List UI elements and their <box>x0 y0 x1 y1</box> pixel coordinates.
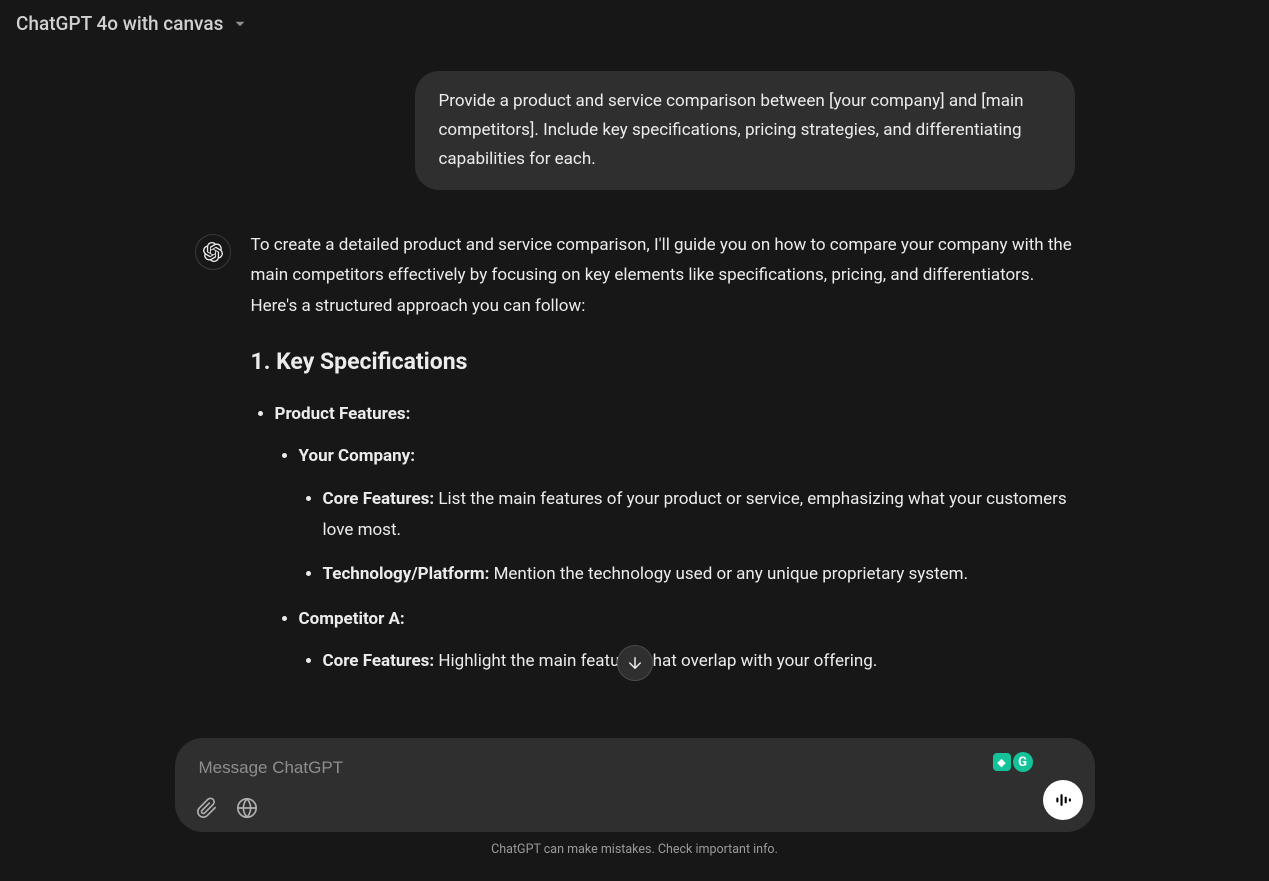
assistant-content: To create a detailed product and service… <box>251 230 1075 691</box>
voice-button[interactable] <box>1043 780 1083 820</box>
attach-button[interactable] <box>195 796 219 820</box>
user-message-bubble: Provide a product and service comparison… <box>415 71 1075 190</box>
assistant-message-row: To create a detailed product and service… <box>195 230 1075 691</box>
paperclip-icon <box>196 797 218 819</box>
grammarly-badge[interactable]: ◆ G <box>993 752 1033 772</box>
chat-container: Provide a product and service comparison… <box>155 47 1115 748</box>
list-item-label: Core Features: <box>323 651 435 671</box>
waveform-icon <box>1053 790 1073 810</box>
list-item-label: Your Company: <box>299 446 416 466</box>
list-item-label: Competitor A: <box>299 609 405 629</box>
list-item: Core Features: Highlight the main featur… <box>323 646 1075 677</box>
composer-toolbar <box>195 796 1075 820</box>
bullet-list: Product Features: Your Company: Core Fea… <box>251 399 1075 677</box>
web-button[interactable] <box>235 796 259 820</box>
list-item: Product Features: Your Company: Core Fea… <box>275 399 1075 677</box>
list-item-label: Product Features: <box>275 404 411 424</box>
assistant-avatar <box>195 234 231 270</box>
openai-logo-icon <box>203 242 223 262</box>
globe-icon <box>236 797 258 819</box>
list-item-text: Mention the technology used or any uniqu… <box>489 564 968 584</box>
list-item-label: Core Features: <box>323 489 435 509</box>
list-item: Core Features: List the main features of… <box>323 484 1075 545</box>
scroll-to-bottom-button[interactable] <box>617 645 653 681</box>
grammarly-logo-icon: G <box>1013 752 1033 772</box>
list-item-text: List the main features of your product o… <box>323 489 1067 540</box>
user-message-text: Provide a product and service comparison… <box>439 91 1024 169</box>
model-selector[interactable]: ChatGPT 4o with canvas <box>16 12 249 35</box>
list-item: Competitor A: Core Features: Highlight t… <box>299 604 1075 677</box>
section-heading: 1. Key Specifications <box>251 341 1075 382</box>
model-label: ChatGPT 4o with canvas <box>16 12 223 35</box>
message-input[interactable] <box>195 754 1075 782</box>
header: ChatGPT 4o with canvas <box>0 0 1269 47</box>
composer-area: ◆ G ChatGPT can make mistakes. Check imp… <box>175 738 1095 857</box>
grammarly-pin-icon: ◆ <box>993 753 1011 771</box>
composer: ◆ G <box>175 738 1095 832</box>
list-item-label: Technology/Platform: <box>323 564 490 584</box>
assistant-intro-text: To create a detailed product and service… <box>251 230 1075 322</box>
list-item-text: Highlight the main features that overlap… <box>434 651 877 671</box>
chevron-down-icon <box>231 15 249 33</box>
disclaimer-text: ChatGPT can make mistakes. Check importa… <box>175 842 1095 857</box>
list-item: Technology/Platform: Mention the technol… <box>323 559 1075 590</box>
arrow-down-icon <box>626 654 644 672</box>
list-item: Your Company: Core Features: List the ma… <box>299 441 1075 589</box>
